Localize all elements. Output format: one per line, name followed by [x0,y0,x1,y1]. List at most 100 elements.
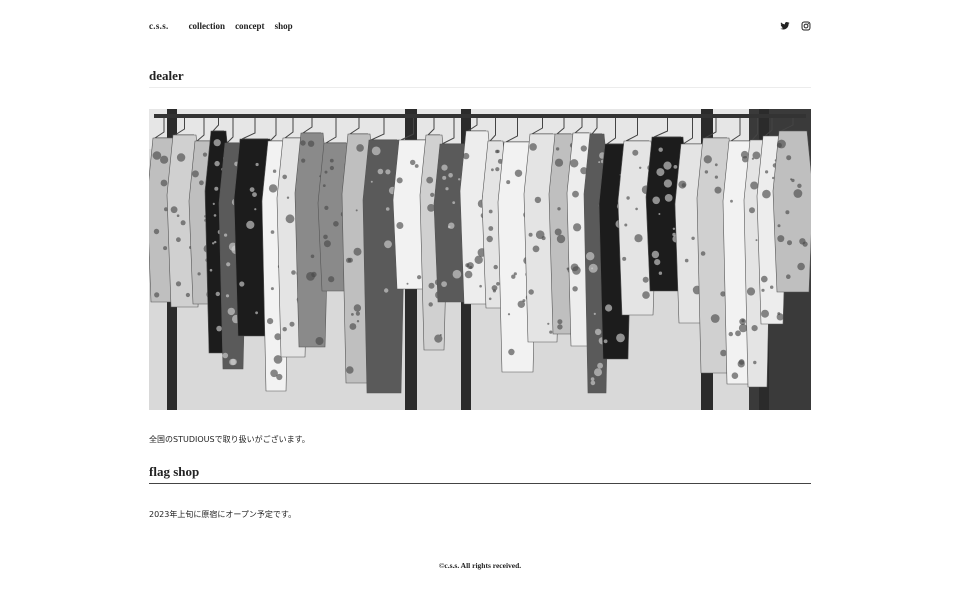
shirt-pattern [464,270,473,279]
shirt-pattern [673,165,678,169]
shirt-pattern [514,169,523,177]
shirt-pattern [761,288,765,292]
shirt-pattern [333,221,339,227]
shirt-pattern [225,294,230,298]
shirt-pattern [224,233,228,237]
shirt-pattern [704,170,709,174]
shirt-pattern [746,287,756,296]
shirt-pattern [691,236,695,240]
shirt-pattern [289,321,295,327]
shirt-pattern [491,168,494,172]
shirt-pattern [430,192,435,197]
shirt-pattern [282,174,287,180]
shirt-pattern [199,180,204,186]
shirt-pattern [160,179,168,187]
shirt-pattern [557,319,563,325]
section-divider [149,87,811,88]
shirt-pattern [212,242,215,245]
shirt-pattern [353,247,362,256]
dealer-text: 全国のSTUDIOUSで取り扱いがございます。 [149,435,310,444]
shirt-pattern [761,275,768,283]
shirt-pattern [753,360,757,365]
shirt-pattern [385,169,391,175]
shirt-pattern [593,312,596,315]
shirt-pattern [598,161,601,164]
shirt-pattern [239,281,245,287]
shirt-pattern [770,285,774,289]
shirt-pattern [176,153,186,162]
shirt-pattern [212,202,215,205]
shirt-pattern [452,269,462,279]
shirt-pattern [417,275,422,280]
instagram-icon[interactable] [801,21,811,31]
shirt-pattern [214,240,217,244]
shirt-pattern [448,173,453,178]
site-logo[interactable]: c.s.s. [149,21,169,31]
shirt-pattern [356,144,364,152]
shirt-pattern [329,158,334,163]
site-header: c.s.s. collection concept shop [149,18,811,34]
shirt-pattern [700,251,706,256]
shirt-pattern [590,377,595,381]
shirt-pattern [652,196,660,205]
shirt-pattern [761,309,769,318]
shirt-pattern [555,147,560,151]
shirt-pattern [642,276,649,283]
shirt-pattern [603,339,608,344]
shirt-pattern [488,297,492,301]
shirt-pattern [626,196,630,200]
shirt-pattern [663,179,673,188]
shirt-pattern [786,155,792,161]
shirt-pattern [226,262,231,267]
shirt-pattern [797,183,802,188]
shirt-pattern [616,333,625,343]
shirt-pattern [658,271,663,275]
shirt-pattern [323,234,328,240]
shirt-pattern [635,207,638,211]
shirt-pattern [214,186,219,191]
shirt-pattern [739,318,746,325]
shirt-pattern [213,139,221,147]
nav-item-collection[interactable]: collection [189,21,226,31]
shirt-pattern [406,282,409,285]
shirt-pattern [276,373,283,381]
clothing-rack-illustration [149,109,811,410]
page: c.s.s. collection concept shop dealer 全国… [0,0,960,592]
shirt-pattern [163,246,168,251]
shirt-pattern [714,175,719,179]
shirt-pattern [735,330,741,337]
shirt-pattern [396,222,404,229]
shirt-pattern [547,322,550,325]
shirt-pattern [714,186,722,194]
shirt-pattern [654,259,661,266]
shirt-pattern [267,318,274,325]
shirt-pattern [291,270,296,275]
shirt-pattern [590,380,596,386]
shirt-pattern [513,272,517,276]
shirt-pattern [452,201,456,204]
shirt-pattern [762,189,771,199]
twitter-icon[interactable] [780,21,790,31]
shirt-pattern [458,178,461,181]
shirt-pattern [176,214,180,217]
shirt-pattern [246,220,255,229]
shirt-pattern [300,140,306,146]
shirt-pattern [492,289,496,293]
shirt-pattern [301,158,306,163]
shirt-pattern [786,274,791,279]
nav-item-concept[interactable]: concept [235,21,265,31]
shirt-pattern [622,256,627,261]
shirt-pattern [580,145,587,152]
shirt-pattern [588,263,598,273]
shirt-pattern [439,334,442,336]
shirt-pattern [594,368,602,377]
shirt-pattern [529,143,537,151]
shirt-pattern [175,281,182,287]
shirt-pattern [307,140,315,147]
nav-item-shop[interactable]: shop [275,21,293,31]
shirt-pattern [426,176,434,184]
shirt-pattern [554,228,562,236]
shirt-pattern [445,187,449,191]
shirt-pattern [634,234,643,243]
shirt-pattern [572,286,578,292]
